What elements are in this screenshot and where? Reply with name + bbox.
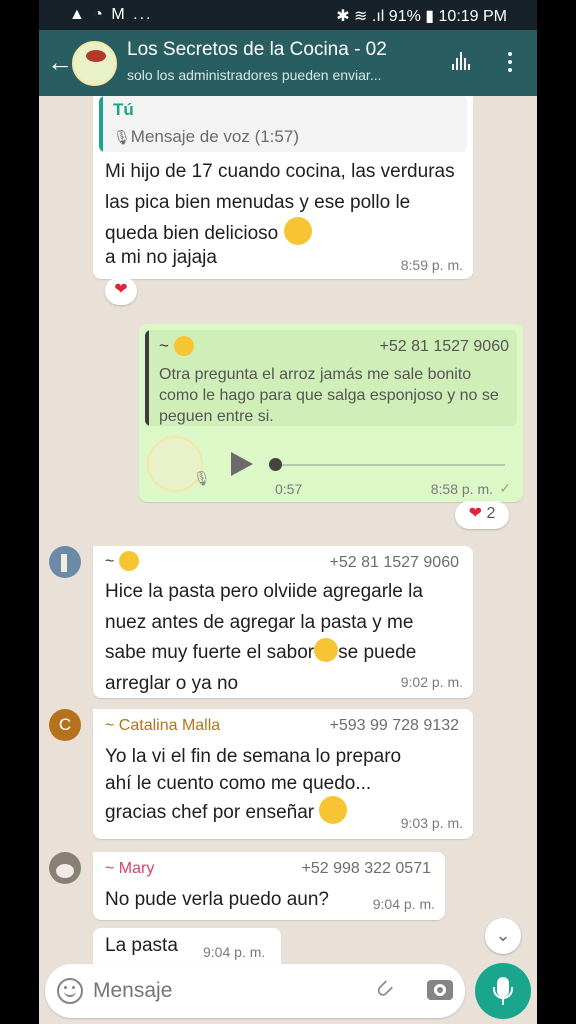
status-bar-left: ▲ ◔ M ... (69, 6, 153, 23)
sender-phone: +52 81 1527 9060 (329, 554, 459, 571)
message-line-part: sabe muy fuerte el sabor (105, 642, 315, 663)
whatsapp-screen: ▲ ◔ M ... ✱ ≋ .ıl 91% ▮ 10:19 PM ← Los S… (39, 0, 537, 1024)
microphone-icon: 🎙 (113, 129, 131, 145)
message-list[interactable]: Tú 🎙Mensaje de voz (1:57) Mi hijo de 17 … (39, 96, 537, 974)
message-time: 8:58 p. m. (430, 481, 493, 497)
message-bubble[interactable]: Tú 🎙Mensaje de voz (1:57) Mi hijo de 17 … (93, 96, 473, 279)
message-line-part: gracias chef por enseñar (105, 802, 315, 823)
quoted-message[interactable]: Tú 🎙Mensaje de voz (1:57) (99, 96, 467, 152)
sender-name: ~ (105, 551, 139, 572)
message-time: 9:04 p. m. (203, 944, 266, 960)
sender-phone: +593 99 728 9132 (329, 717, 459, 734)
sender-avatar[interactable] (49, 546, 81, 578)
message-line: Hice la pasta pero olviide agregarle la (105, 581, 423, 602)
quote-voice-text: Mensaje de voz (1:57) (130, 127, 299, 146)
scroll-down-icon[interactable]: ⌄ (485, 918, 521, 954)
smiling-emoji-icon (283, 216, 312, 245)
quote-author-name: ~ (159, 336, 169, 355)
reaction-badge[interactable]: ❤ (105, 277, 137, 305)
message-time: 9:02 p. m. (400, 674, 463, 690)
sender-name[interactable]: ~ Mary (105, 860, 154, 878)
heart-icon: ❤ (468, 505, 483, 522)
quote-phone: +52 81 1527 9060 (379, 338, 509, 355)
sent-tick-icon: ✓ (499, 480, 511, 496)
message-input-bar[interactable]: ⊂ (45, 964, 465, 1018)
group-avatar[interactable] (72, 41, 117, 86)
message-tail: a mi no jajaja (105, 247, 217, 268)
quote-text: Otra pregunta el arroz jamás me sale bon… (159, 366, 499, 425)
reaction-count: 2 (486, 505, 496, 522)
play-icon[interactable] (231, 452, 253, 476)
message-text: No pude verla puedo aun? (105, 889, 329, 910)
grinning-emoji-icon (173, 335, 194, 356)
group-subtitle: solo los administradores pueden enviar..… (127, 67, 382, 83)
sender-label: ~ (105, 553, 115, 571)
more-vert-icon[interactable] (508, 50, 512, 74)
quoted-message[interactable]: ~ +52 81 1527 9060 Otra pregunta el arro… (145, 330, 517, 426)
reaction-badge[interactable]: ❤ 2 (455, 501, 509, 529)
outgoing-message-bubble[interactable]: ~ +52 81 1527 9060 Otra pregunta el arro… (139, 324, 523, 502)
voice-record-button[interactable] (475, 963, 531, 1019)
quote-author: Tú (113, 100, 134, 119)
message-line: ahí le cuento como me quedo... (105, 773, 372, 794)
message-bubble[interactable]: ~ +52 81 1527 9060 Hice la pasta pero ol… (93, 546, 473, 698)
quote-author: ~ (159, 335, 194, 357)
message-bubble[interactable]: ~ Mary +52 998 322 0571 No pude verla pu… (93, 852, 445, 920)
chat-header: ← Los Secretos de la Cocina - 02 solo lo… (39, 30, 537, 96)
dizzy-emoji-icon (314, 637, 339, 662)
sender-avatar[interactable] (49, 852, 81, 884)
message-line: gracias chef por enseñar (105, 795, 348, 828)
microphone-icon: 🎙 (193, 470, 211, 486)
message-line-part: se puede (338, 642, 417, 663)
message-body: Mi hijo de 17 cuando cocina, las verdura… (105, 161, 455, 244)
message-time: 8:59 p. m. (400, 257, 463, 273)
message-bubble[interactable]: ~ Catalina Malla +593 99 728 9132 Yo la … (93, 709, 473, 839)
message-line: sabe muy fuerte el sabor se puede (105, 637, 416, 668)
emoji-icon[interactable] (57, 978, 83, 1004)
status-bar-right: ✱ ≋ .ıl 91% ▮ 10:19 PM (336, 8, 507, 25)
heart-icon: ❤ (114, 281, 128, 298)
food-icon (86, 50, 106, 62)
back-arrow-icon[interactable]: ← (47, 48, 73, 76)
message-line: arreglar o ya no (105, 673, 239, 694)
voice-progress-track[interactable] (273, 464, 505, 466)
grinning-emoji-icon (118, 551, 139, 571)
voice-duration: 0:57 (275, 481, 303, 497)
quote-voice-label: 🎙Mensaje de voz (1:57) (113, 127, 299, 147)
attach-icon[interactable]: ⊂ (369, 973, 400, 1004)
waveform-icon[interactable] (451, 52, 471, 72)
message-text: Mi hijo de 17 cuando cocina, las verdura… (105, 156, 465, 249)
voice-progress-thumb[interactable] (269, 458, 282, 471)
sender-phone: +52 998 322 0571 (301, 860, 431, 877)
group-title[interactable]: Los Secretos de la Cocina - 02 (127, 39, 387, 61)
message-time: 9:04 p. m. (372, 896, 435, 912)
message-line: nuez antes de agregar la pasta y me (105, 612, 414, 633)
status-bar: ▲ ◔ M ... ✱ ≋ .ıl 91% ▮ 10:19 PM (39, 0, 537, 30)
message-text: La pasta (105, 935, 178, 956)
message-time: 9:03 p. m. (400, 815, 463, 831)
message-input[interactable] (93, 974, 363, 1008)
hugging-emoji-icon (319, 795, 348, 824)
sender-name[interactable]: ~ Catalina Malla (105, 717, 220, 735)
sender-avatar[interactable]: C (49, 709, 81, 741)
camera-icon[interactable] (427, 980, 453, 1000)
